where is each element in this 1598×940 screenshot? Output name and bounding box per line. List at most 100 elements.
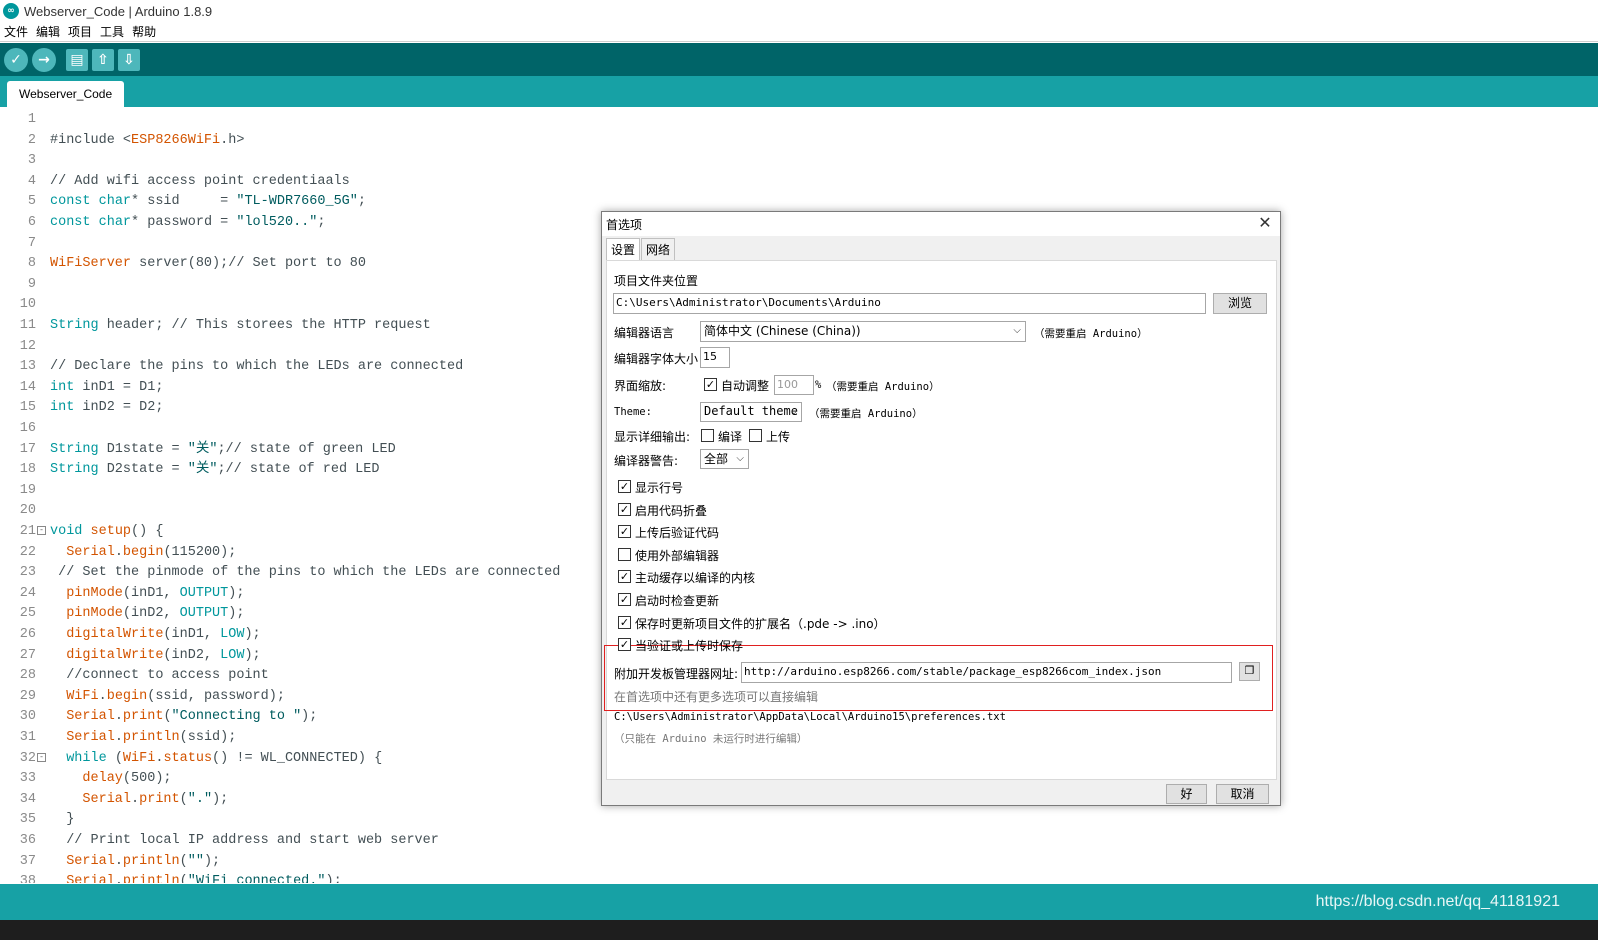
option-label: 启动时检查更新 [635,594,720,608]
boards-url-label: 附加开发板管理器网址: [614,667,739,681]
browse-button[interactable]: 浏览 [1213,293,1267,314]
tab-network[interactable]: 网络 [641,238,676,260]
code-text: pinMode(inD2, OUTPUT); [66,606,245,622]
verbose-upload-label: 上传 [766,430,791,444]
dialog-title-bar: 首选项 ✕ [602,212,1280,236]
code-text: String header; // This storees the HTTP … [50,318,431,333]
option-checkbox[interactable]: ✓ [618,480,631,493]
line-number: 4 [27,173,36,189]
option-checkbox[interactable] [618,547,631,561]
code-text: // Add wifi access point credentiaals [50,173,350,189]
line-number: 23 [19,565,36,581]
watermark-text: https://blog.csdn.net/qq_41181921 [1315,893,1560,910]
close-icon[interactable]: ✕ [1256,214,1274,232]
tab-settings[interactable]: 设置 [606,238,641,260]
chevron-down-icon: ⌵ [790,406,797,417]
tab-webserver-code[interactable]: Webserver_Code [7,81,125,107]
line-number: 35 [19,812,36,828]
warnings-select[interactable]: 全部 ⌵ [700,449,749,469]
scale-stepper[interactable]: 100 [774,375,814,395]
line-number: 34 [19,791,36,807]
more-options-text: 在首选项中还有更多选项可以直接编辑 [614,690,819,704]
sketchbook-path-input[interactable]: C:\Users\Administrator\Documents\Arduino [613,293,1206,314]
menu-help[interactable]: 帮助 [128,23,160,40]
ok-button[interactable]: 好 [1166,784,1207,804]
toolbar: ✓ → ▤ ⇧ ⇩ [0,43,1598,76]
save-button[interactable]: ⇩ [118,48,140,71]
line-number: 11 [19,318,36,333]
code-line[interactable]: 35 } [0,810,1598,830]
theme-restart-note: （需要重启 Arduino） [809,408,923,420]
console-area [0,920,1598,940]
code-line[interactable]: 5 const char* ssid = "TL-WDR7660_5G"; [0,192,1598,212]
code-line[interactable]: 36 // Print local IP address and start w… [0,831,1598,851]
option-checkbox[interactable]: ✓ [618,638,631,652]
arrow-down-icon: ⇩ [123,51,135,68]
verbose-upload-checkbox[interactable] [749,429,762,442]
line-number: 28 [19,668,36,684]
menu-file[interactable]: 文件 [0,23,32,40]
line-number: 18 [19,462,36,478]
code-text: // Set the pinmode of the pins to which … [50,565,561,581]
option-checkbox[interactable]: ✓ [618,593,631,606]
line-number: 22 [19,544,36,560]
code-text: const char* password = "lol520.."; [50,215,326,230]
line-number: 27 [19,647,36,663]
open-button[interactable]: ⇧ [92,48,114,71]
line-number: 17 [19,441,36,457]
line-number: 26 [19,627,36,642]
boards-url-input[interactable]: http://arduino.esp8266.com/stable/packag… [741,662,1232,683]
verbose-compile-label: 编译 [718,430,743,444]
sketchbook-label: 项目文件夹位置 [614,274,699,288]
verbose-label: 显示详细输出: [614,430,691,444]
option-checkbox[interactable]: ✓ [618,502,631,516]
dialog-title: 首选项 [606,218,643,232]
line-number: 24 [19,585,36,601]
line-number: 12 [19,338,36,354]
code-line[interactable]: 1 [0,110,1598,130]
verify-button[interactable]: ✓ [4,47,28,72]
verbose-compile-checkbox[interactable] [701,429,714,442]
window-title: Webserver_Code | Arduino 1.8.9 [24,3,213,19]
prefs-path-text: C:\Users\Administrator\AppData\Local\Ard… [614,711,1006,723]
line-number: 21 [19,524,36,539]
line-number: 38 [19,874,36,883]
option-checkbox[interactable]: ✓ [618,615,631,629]
window-icon[interactable]: ❐ [1239,662,1260,681]
code-text: //connect to access point [50,668,269,684]
code-line[interactable]: 37 Serial.println(""); [0,852,1598,872]
code-text: WiFiServer server(80);// Set port to 80 [50,256,366,272]
code-text: delay(500); [82,771,172,787]
line-number: 25 [19,606,36,622]
title-bar: ∞ Webserver_Code | Arduino 1.8.9 [0,0,1598,22]
fold-toggle-icon[interactable]: - [37,752,46,762]
code-text: const char* ssid = "TL-WDR7660_5G"; [50,194,366,210]
scale-auto-label: 自动调整 [721,379,770,393]
code-text: void setup() { [50,524,164,539]
line-number: 16 [19,421,36,436]
code-line[interactable]: 38 Serial.println("WiFi connected."); [0,872,1598,883]
cancel-button[interactable]: 取消 [1216,784,1269,804]
code-text: Serial.print("."); [82,791,229,807]
scale-auto-checkbox[interactable]: ✓ [704,378,717,391]
option-checkbox[interactable]: ✓ [618,525,631,539]
upload-button[interactable]: → [32,47,56,72]
font-size-input[interactable]: 15 [700,347,730,368]
code-line[interactable]: 2 #include <ESP8266WiFi.h> [0,131,1598,151]
menu-tools[interactable]: 工具 [96,23,128,40]
code-text: String D2state = "关";// state of red LED [50,462,380,478]
code-line[interactable]: 4 // Add wifi access point credentiaals [0,172,1598,192]
tab-strip: Webserver_Code [0,76,1598,107]
language-select[interactable]: 简体中文 (Chinese (China)) ⌵ [700,321,1026,342]
arduino-ide-window: ∞ Webserver_Code | Arduino 1.8.9 文件 编辑 项… [0,0,1598,940]
option-checkbox[interactable]: ✓ [618,570,631,584]
menu-edit[interactable]: 编辑 [32,23,64,40]
menu-bar: 文件 编辑 项目 工具 帮助 [0,22,1598,42]
warnings-value: 全部 [704,452,729,466]
fold-toggle-icon[interactable]: - [37,526,46,535]
new-button[interactable]: ▤ [66,48,88,71]
theme-label: Theme: [614,406,652,418]
menu-sketch[interactable]: 项目 [64,23,96,40]
code-line[interactable]: 3 [0,151,1598,171]
theme-select[interactable]: Default theme ⌵ [700,402,802,422]
